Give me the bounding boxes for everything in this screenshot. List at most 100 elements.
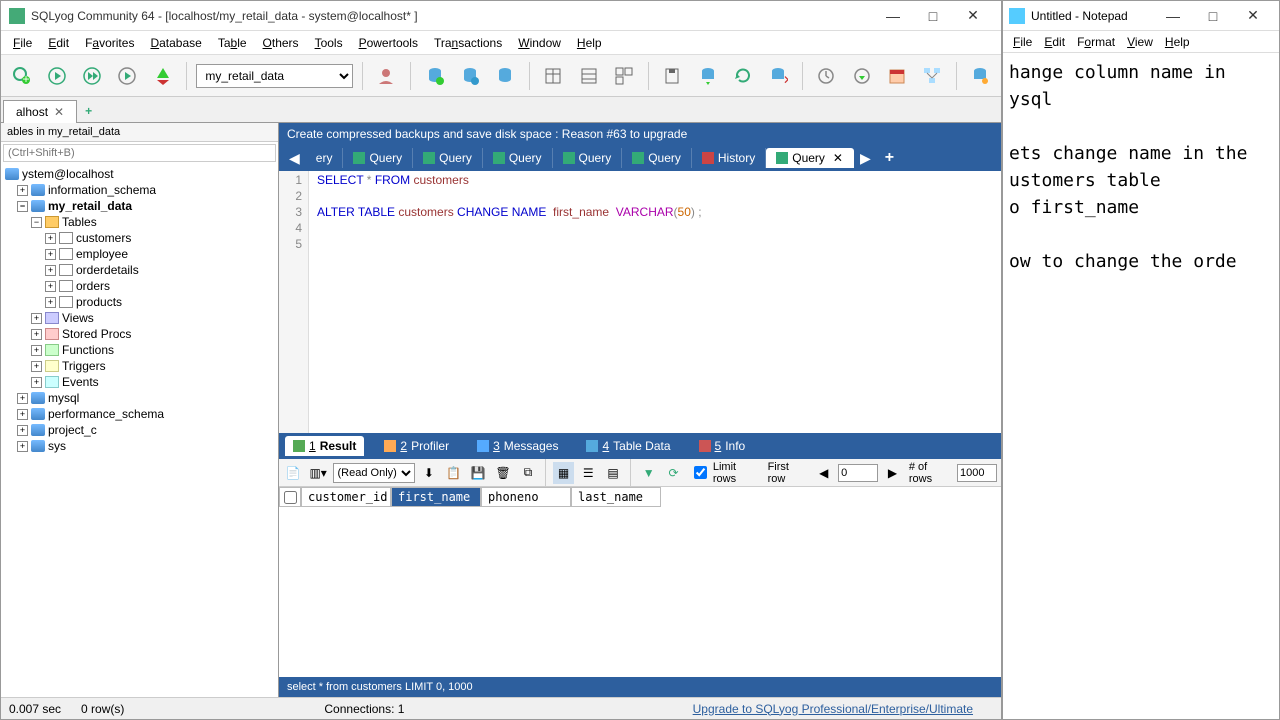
expand-icon[interactable]: + (31, 377, 42, 388)
table-icon-2[interactable] (574, 61, 603, 91)
tree-tables-folder[interactable]: −Tables (3, 214, 276, 230)
insert-row-icon[interactable]: 📄 (283, 462, 304, 484)
menu-window[interactable]: Window (510, 33, 569, 53)
expand-icon[interactable]: + (17, 409, 28, 420)
tree-table[interactable]: +employee (3, 246, 276, 262)
expand-icon[interactable]: + (45, 233, 56, 244)
menu-edit[interactable]: Edit (40, 33, 77, 53)
db-icon[interactable] (491, 61, 520, 91)
tree-table[interactable]: +customers (3, 230, 276, 246)
upgrade-link[interactable]: Upgrade to SQLyog Professional/Enterpris… (693, 702, 973, 716)
connection-tab[interactable]: alhost ✕ (3, 100, 77, 123)
messages-tab[interactable]: 3 Messages (469, 436, 566, 456)
profiler-tab[interactable]: 2 Profiler (376, 436, 457, 456)
notepad-maximize-button[interactable]: □ (1193, 2, 1233, 30)
notepad-minimize-button[interactable]: — (1153, 2, 1193, 30)
tree-db[interactable]: +sys (3, 438, 276, 454)
tree-db[interactable]: +performance_schema (3, 406, 276, 422)
menu-file[interactable]: File (5, 33, 40, 53)
first-row-input[interactable] (838, 464, 878, 482)
refresh-result-icon[interactable]: ⟳ (663, 462, 684, 484)
execute-explain-icon[interactable] (113, 61, 142, 91)
menu-others[interactable]: Others (255, 33, 307, 53)
add-connection-button[interactable]: + (77, 100, 100, 122)
expand-icon[interactable]: + (45, 281, 56, 292)
tree-db[interactable]: +project_c (3, 422, 276, 438)
form-icon[interactable]: ▤ (603, 462, 624, 484)
titlebar[interactable]: SQLyog Community 64 - [localhost/my_reta… (1, 1, 1001, 31)
expand-icon[interactable]: + (17, 185, 28, 196)
database-selector[interactable]: my_retail_data (196, 64, 352, 88)
next-page-icon[interactable]: ▶ (882, 462, 903, 484)
schedule-backup-icon[interactable] (693, 61, 722, 91)
expand-icon[interactable]: + (31, 345, 42, 356)
execute-all-icon[interactable] (78, 61, 107, 91)
query-tab[interactable]: Query (622, 148, 692, 168)
collapse-icon[interactable]: − (17, 201, 28, 212)
column-header[interactable]: phoneno (481, 487, 571, 507)
save-icon[interactable]: 💾 (468, 462, 489, 484)
promo-banner[interactable]: Create compressed backups and save disk … (279, 123, 1001, 145)
query-tab[interactable]: Query (343, 148, 413, 168)
tab-scroll-right-icon[interactable]: ▶ (854, 150, 877, 167)
column-header[interactable]: customer_id (301, 487, 391, 507)
history-icon[interactable] (812, 61, 841, 91)
expand-icon[interactable]: + (31, 313, 42, 324)
connection-tab-close-icon[interactable]: ✕ (54, 105, 64, 119)
history-tab[interactable]: History (692, 148, 766, 168)
num-rows-input[interactable] (957, 464, 997, 482)
schema-designer-icon[interactable] (918, 61, 947, 91)
tree-db[interactable]: +mysql (3, 390, 276, 406)
notepad-menu-format[interactable]: Format (1071, 33, 1121, 51)
menu-favorites[interactable]: Favorites (77, 33, 142, 53)
expand-icon[interactable]: + (31, 361, 42, 372)
table-data-tab[interactable]: 4 Table Data (578, 436, 678, 456)
menu-tools[interactable]: Tools (307, 33, 351, 53)
db-copy-icon[interactable] (455, 61, 484, 91)
column-header[interactable]: last_name (571, 487, 661, 507)
tree-db[interactable]: +information_schema (3, 182, 276, 198)
limit-rows-checkbox[interactable] (694, 466, 707, 479)
notification-icon[interactable] (966, 61, 995, 91)
tree-views[interactable]: +Views (3, 310, 276, 326)
delete-icon[interactable]: 🗑 (493, 462, 514, 484)
filter-icon[interactable]: ▼ (638, 462, 659, 484)
result-grid[interactable]: customer_idfirst_namephonenolast_name (279, 487, 1001, 677)
expand-icon[interactable]: + (17, 393, 28, 404)
close-button[interactable]: ✕ (953, 2, 993, 30)
select-all-checkbox[interactable] (279, 487, 301, 507)
query-tab[interactable]: Query (483, 148, 553, 168)
tree-events[interactable]: +Events (3, 374, 276, 390)
tree-table[interactable]: +orderdetails (3, 262, 276, 278)
tree-stored-procs[interactable]: +Stored Procs (3, 326, 276, 342)
calendar-icon[interactable] (882, 61, 911, 91)
menu-help[interactable]: Help (569, 33, 610, 53)
text-view-icon[interactable]: ☰ (578, 462, 599, 484)
tree-table[interactable]: +orders (3, 278, 276, 294)
notepad-close-button[interactable]: ✕ (1233, 2, 1273, 30)
flush-icon[interactable]: ✕ (763, 61, 792, 91)
minimize-button[interactable]: — (873, 2, 913, 30)
format-query-icon[interactable] (148, 61, 177, 91)
backup-icon[interactable] (658, 61, 687, 91)
grid-view-icon[interactable]: ▦ (553, 462, 574, 484)
expand-icon[interactable]: + (45, 265, 56, 276)
tab-scroll-left-icon[interactable]: ◀ (283, 150, 306, 167)
query-tab-active[interactable]: Query✕ (766, 148, 854, 168)
tree-table[interactable]: +products (3, 294, 276, 310)
collapse-icon[interactable]: − (31, 217, 42, 228)
table-icon-1[interactable] (539, 61, 568, 91)
query-tab[interactable]: Query (553, 148, 623, 168)
refresh-icon[interactable] (728, 61, 757, 91)
menu-table[interactable]: Table (210, 33, 255, 53)
copy-icon[interactable]: 📋 (443, 462, 464, 484)
edit-mode-select[interactable]: (Read Only) (333, 463, 415, 483)
form-view-icon[interactable]: ▥▾ (308, 462, 329, 484)
expand-icon[interactable]: + (17, 425, 28, 436)
user-manager-icon[interactable] (372, 61, 401, 91)
sql-editor[interactable]: 12345 SELECT * FROM customers ALTER TABL… (279, 171, 1001, 433)
new-connection-icon[interactable]: + (7, 61, 36, 91)
tree-triggers[interactable]: +Triggers (3, 358, 276, 374)
tree-server[interactable]: ystem@localhost (3, 166, 276, 182)
query-tab-partial[interactable]: ery (306, 148, 344, 168)
